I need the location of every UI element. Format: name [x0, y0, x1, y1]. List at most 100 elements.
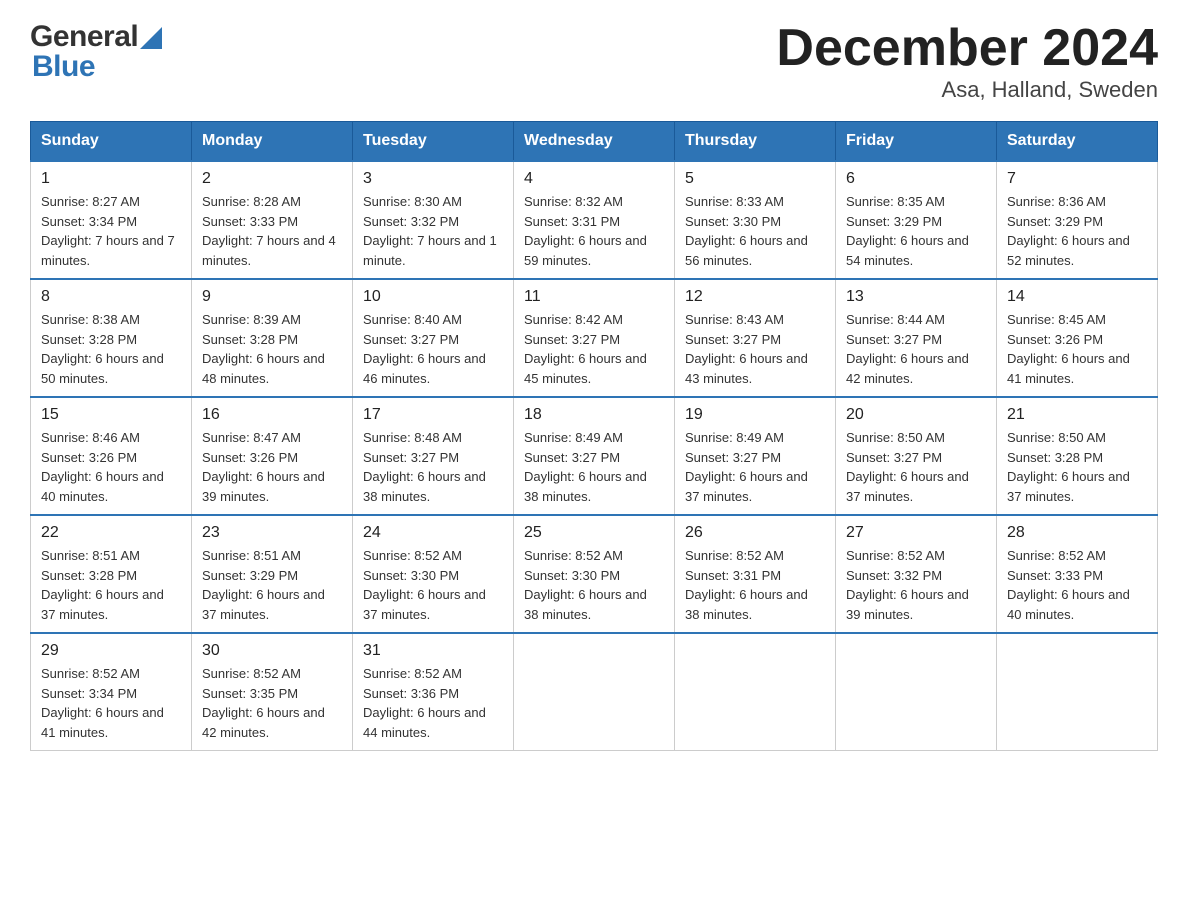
- day-info: Sunrise: 8:52 AMSunset: 3:32 PMDaylight:…: [846, 546, 986, 624]
- day-info: Sunrise: 8:48 AMSunset: 3:27 PMDaylight:…: [363, 428, 503, 506]
- calendar-week-5: 29 Sunrise: 8:52 AMSunset: 3:34 PMDayligh…: [31, 633, 1158, 751]
- day-number: 26: [685, 524, 825, 542]
- day-info: Sunrise: 8:52 AMSunset: 3:34 PMDaylight:…: [41, 664, 181, 742]
- day-info: Sunrise: 8:27 AMSunset: 3:34 PMDaylight:…: [41, 192, 181, 270]
- header-wednesday: Wednesday: [514, 122, 675, 162]
- calendar-cell-3: 3 Sunrise: 8:30 AMSunset: 3:32 PMDaylight…: [353, 161, 514, 279]
- calendar-cell-empty: [514, 633, 675, 751]
- day-number: 2: [202, 170, 342, 188]
- header-thursday: Thursday: [675, 122, 836, 162]
- calendar-cell-31: 31 Sunrise: 8:52 AMSunset: 3:36 PMDayligh…: [353, 633, 514, 751]
- logo-blue-text: Blue: [32, 50, 95, 84]
- day-number: 17: [363, 406, 503, 424]
- day-number: 16: [202, 406, 342, 424]
- day-info: Sunrise: 8:52 AMSunset: 3:35 PMDaylight:…: [202, 664, 342, 742]
- day-number: 12: [685, 288, 825, 306]
- calendar-cell-4: 4 Sunrise: 8:32 AMSunset: 3:31 PMDaylight…: [514, 161, 675, 279]
- day-number: 28: [1007, 524, 1147, 542]
- day-info: Sunrise: 8:36 AMSunset: 3:29 PMDaylight:…: [1007, 192, 1147, 270]
- day-info: Sunrise: 8:47 AMSunset: 3:26 PMDaylight:…: [202, 428, 342, 506]
- day-number: 18: [524, 406, 664, 424]
- calendar-cell-28: 28 Sunrise: 8:52 AMSunset: 3:33 PMDayligh…: [997, 515, 1158, 633]
- day-number: 1: [41, 170, 181, 188]
- calendar-cell-19: 19Sunrise: 8:49 AMSunset: 3:27 PMDayligh…: [675, 397, 836, 515]
- day-info: Sunrise: 8:45 AMSunset: 3:26 PMDaylight:…: [1007, 310, 1147, 388]
- calendar-cell-24: 24 Sunrise: 8:52 AMSunset: 3:30 PMDayligh…: [353, 515, 514, 633]
- calendar-header: SundayMondayTuesdayWednesdayThursdayFrid…: [31, 122, 1158, 162]
- calendar-header-row: SundayMondayTuesdayWednesdayThursdayFrid…: [31, 122, 1158, 162]
- calendar-cell-empty: [836, 633, 997, 751]
- day-info: Sunrise: 8:28 AMSunset: 3:33 PMDaylight:…: [202, 192, 342, 270]
- calendar-body: 1 Sunrise: 8:27 AMSunset: 3:34 PMDaylight…: [31, 161, 1158, 751]
- calendar-table: SundayMondayTuesdayWednesdayThursdayFrid…: [30, 121, 1158, 751]
- page-header: General Blue December 2024 Asa, Halland,…: [30, 20, 1158, 103]
- day-number: 6: [846, 170, 986, 188]
- calendar-cell-empty: [675, 633, 836, 751]
- calendar-cell-17: 17 Sunrise: 8:48 AMSunset: 3:27 PMDayligh…: [353, 397, 514, 515]
- calendar-week-4: 22 Sunrise: 8:51 AMSunset: 3:28 PMDayligh…: [31, 515, 1158, 633]
- day-info: Sunrise: 8:52 AMSunset: 3:31 PMDaylight:…: [685, 546, 825, 624]
- day-info: Sunrise: 8:30 AMSunset: 3:32 PMDaylight:…: [363, 192, 503, 270]
- calendar-cell-26: 26 Sunrise: 8:52 AMSunset: 3:31 PMDayligh…: [675, 515, 836, 633]
- title-block: December 2024 Asa, Halland, Sweden: [776, 20, 1158, 103]
- logo-triangle-icon: [140, 27, 162, 49]
- calendar-cell-21: 21 Sunrise: 8:50 AMSunset: 3:28 PMDayligh…: [997, 397, 1158, 515]
- day-info: Sunrise: 8:52 AMSunset: 3:36 PMDaylight:…: [363, 664, 503, 742]
- day-number: 14: [1007, 288, 1147, 306]
- header-sunday: Sunday: [31, 122, 192, 162]
- day-info: Sunrise: 8:50 AMSunset: 3:28 PMDaylight:…: [1007, 428, 1147, 506]
- day-number: 23: [202, 524, 342, 542]
- calendar-week-1: 1 Sunrise: 8:27 AMSunset: 3:34 PMDaylight…: [31, 161, 1158, 279]
- calendar-cell-20: 20 Sunrise: 8:50 AMSunset: 3:27 PMDayligh…: [836, 397, 997, 515]
- day-number: 21: [1007, 406, 1147, 424]
- day-info: Sunrise: 8:32 AMSunset: 3:31 PMDaylight:…: [524, 192, 664, 270]
- calendar-cell-10: 10Sunrise: 8:40 AMSunset: 3:27 PMDayligh…: [353, 279, 514, 397]
- header-friday: Friday: [836, 122, 997, 162]
- calendar-cell-1: 1 Sunrise: 8:27 AMSunset: 3:34 PMDaylight…: [31, 161, 192, 279]
- day-number: 22: [41, 524, 181, 542]
- calendar-cell-7: 7 Sunrise: 8:36 AMSunset: 3:29 PMDaylight…: [997, 161, 1158, 279]
- calendar-cell-5: 5 Sunrise: 8:33 AMSunset: 3:30 PMDaylight…: [675, 161, 836, 279]
- calendar-cell-18: 18 Sunrise: 8:49 AMSunset: 3:27 PMDayligh…: [514, 397, 675, 515]
- day-number: 31: [363, 642, 503, 660]
- day-number: 29: [41, 642, 181, 660]
- day-info: Sunrise: 8:42 AMSunset: 3:27 PMDaylight:…: [524, 310, 664, 388]
- day-number: 5: [685, 170, 825, 188]
- day-info: Sunrise: 8:52 AMSunset: 3:33 PMDaylight:…: [1007, 546, 1147, 624]
- calendar-cell-15: 15Sunrise: 8:46 AMSunset: 3:26 PMDayligh…: [31, 397, 192, 515]
- calendar-week-3: 15Sunrise: 8:46 AMSunset: 3:26 PMDayligh…: [31, 397, 1158, 515]
- header-tuesday: Tuesday: [353, 122, 514, 162]
- day-info: Sunrise: 8:50 AMSunset: 3:27 PMDaylight:…: [846, 428, 986, 506]
- day-number: 25: [524, 524, 664, 542]
- day-info: Sunrise: 8:49 AMSunset: 3:27 PMDaylight:…: [685, 428, 825, 506]
- day-info: Sunrise: 8:52 AMSunset: 3:30 PMDaylight:…: [363, 546, 503, 624]
- day-number: 20: [846, 406, 986, 424]
- day-info: Sunrise: 8:46 AMSunset: 3:26 PMDaylight:…: [41, 428, 181, 506]
- page-title: December 2024: [776, 20, 1158, 77]
- day-number: 27: [846, 524, 986, 542]
- day-info: Sunrise: 8:38 AMSunset: 3:28 PMDaylight:…: [41, 310, 181, 388]
- day-info: Sunrise: 8:49 AMSunset: 3:27 PMDaylight:…: [524, 428, 664, 506]
- day-number: 24: [363, 524, 503, 542]
- calendar-cell-2: 2 Sunrise: 8:28 AMSunset: 3:33 PMDaylight…: [192, 161, 353, 279]
- day-number: 4: [524, 170, 664, 188]
- calendar-week-2: 8 Sunrise: 8:38 AMSunset: 3:28 PMDaylight…: [31, 279, 1158, 397]
- header-saturday: Saturday: [997, 122, 1158, 162]
- day-info: Sunrise: 8:33 AMSunset: 3:30 PMDaylight:…: [685, 192, 825, 270]
- calendar-cell-30: 30Sunrise: 8:52 AMSunset: 3:35 PMDayligh…: [192, 633, 353, 751]
- day-info: Sunrise: 8:52 AMSunset: 3:30 PMDaylight:…: [524, 546, 664, 624]
- calendar-cell-6: 6 Sunrise: 8:35 AMSunset: 3:29 PMDaylight…: [836, 161, 997, 279]
- calendar-cell-13: 13Sunrise: 8:44 AMSunset: 3:27 PMDayligh…: [836, 279, 997, 397]
- calendar-cell-11: 11 Sunrise: 8:42 AMSunset: 3:27 PMDayligh…: [514, 279, 675, 397]
- logo: General Blue: [30, 20, 162, 84]
- day-info: Sunrise: 8:44 AMSunset: 3:27 PMDaylight:…: [846, 310, 986, 388]
- day-info: Sunrise: 8:35 AMSunset: 3:29 PMDaylight:…: [846, 192, 986, 270]
- calendar-cell-29: 29 Sunrise: 8:52 AMSunset: 3:34 PMDayligh…: [31, 633, 192, 751]
- day-info: Sunrise: 8:39 AMSunset: 3:28 PMDaylight:…: [202, 310, 342, 388]
- day-number: 3: [363, 170, 503, 188]
- day-number: 11: [524, 288, 664, 306]
- day-number: 10: [363, 288, 503, 306]
- day-number: 8: [41, 288, 181, 306]
- day-info: Sunrise: 8:51 AMSunset: 3:28 PMDaylight:…: [41, 546, 181, 624]
- day-number: 7: [1007, 170, 1147, 188]
